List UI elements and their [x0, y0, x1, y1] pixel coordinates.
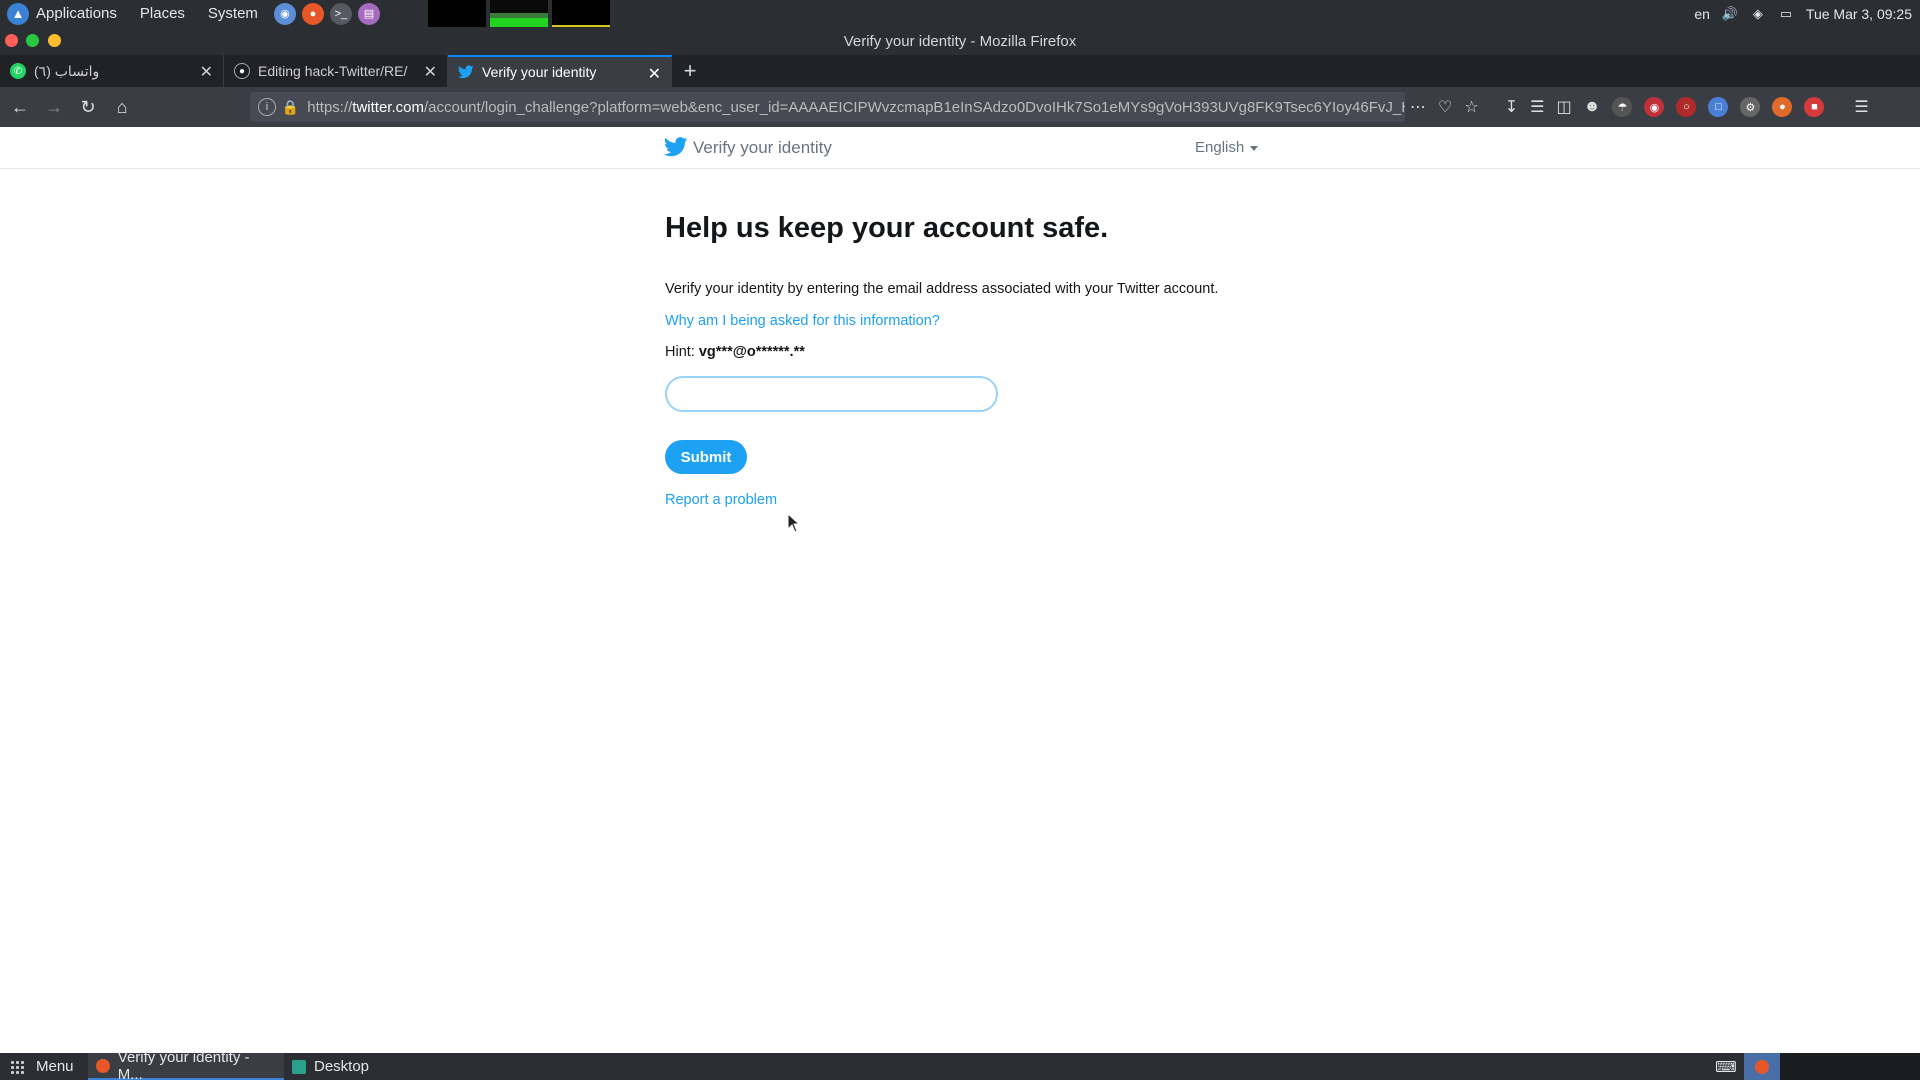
tab-label: Editing hack-Twitter/RE/: [258, 63, 408, 79]
extension-badge-icon[interactable]: ☂: [1612, 97, 1633, 117]
settings-extension-icon[interactable]: ⚙: [1740, 97, 1761, 117]
back-arrow-icon: ←: [11, 96, 29, 117]
clock[interactable]: Tue Mar 3, 09:25: [1806, 6, 1912, 22]
mouse-cursor-icon: [787, 513, 801, 533]
account-icon[interactable]: ☻: [1584, 98, 1601, 116]
workspace-switcher: ⌨: [1708, 1053, 1920, 1080]
close-tab-icon[interactable]: ✕: [648, 64, 661, 84]
hamburger-menu-icon[interactable]: ☰: [1854, 97, 1868, 117]
why-asked-link[interactable]: Why am I being asked for this informatio…: [665, 313, 940, 329]
url-bar[interactable]: i 🔒 https://twitter.com/account/login_ch…: [250, 92, 1405, 122]
hint-value: vg***@o******.**: [698, 344, 805, 360]
system-menu[interactable]: System: [208, 5, 258, 22]
tab-strip: ✆ واتساب (٦) ✕ ● Editing hack-Twitter/RE…: [0, 55, 1920, 87]
bottom-taskbar: Menu Verify your identity - M... Desktop…: [0, 1049, 1920, 1083]
page-header: Verify your identity English: [0, 127, 1920, 169]
translate-extension-icon[interactable]: □: [1708, 97, 1729, 117]
forward-button[interactable]: →: [38, 91, 70, 123]
tab-label: Verify your identity: [482, 64, 597, 80]
taskbar-item-label: Verify your identity - M...: [117, 1048, 250, 1083]
volume-icon[interactable]: 🔊: [1722, 6, 1738, 22]
workspace-1-button[interactable]: [1744, 1053, 1780, 1080]
page-heading: Help us keep your account safe.: [665, 212, 1109, 244]
sidebar-icon[interactable]: ◫: [1556, 97, 1571, 117]
github-icon: ●: [234, 63, 250, 79]
window-title-bar: Verify your identity - Mozilla Firefox: [0, 27, 1920, 55]
pocket-icon[interactable]: ♡: [1438, 97, 1452, 117]
language-label: English: [1195, 139, 1245, 156]
whatsapp-icon: ✆: [10, 63, 26, 79]
record-extension-icon[interactable]: ■: [1804, 97, 1825, 117]
close-tab-icon[interactable]: ✕: [200, 62, 213, 82]
text-editor-launcher-icon[interactable]: ▤: [357, 2, 380, 25]
toolbar-actions: ⋯ ♡ ☆ ↧ ☰ ◫ ☻ ☂ ◉ ○ □ ⚙ ● ■ ☰: [1410, 92, 1869, 122]
firefox-icon: [96, 1058, 110, 1073]
close-tab-icon[interactable]: ✕: [424, 62, 437, 82]
firefox-launcher-icon[interactable]: ●: [301, 2, 324, 25]
workspace-2-button[interactable]: [1780, 1053, 1920, 1080]
site-info-icon[interactable]: i: [258, 98, 276, 116]
screenshot-launcher-icon[interactable]: ◉: [273, 2, 296, 25]
desktop-icon: [292, 1059, 306, 1074]
header-title: Verify your identity: [693, 138, 832, 157]
home-button[interactable]: ⌂: [106, 91, 138, 123]
keyboard-layout-indicator[interactable]: en: [1694, 6, 1710, 22]
new-tab-button[interactable]: +: [672, 55, 708, 87]
memory-monitor-graph: [490, 0, 548, 27]
lock-icon[interactable]: 🔒: [282, 99, 299, 116]
distro-logo-icon[interactable]: ▲: [7, 2, 29, 25]
tab-github-editing[interactable]: ● Editing hack-Twitter/RE/ ✕: [224, 55, 448, 87]
web-page: Verify your identity English Help us kee…: [0, 127, 1920, 1053]
url-host: twitter.com: [352, 98, 424, 116]
apps-grid-icon: [10, 1059, 26, 1074]
email-hint: Hint: vg***@o******.**: [665, 344, 1285, 360]
system-top-panel: ▲ Applications Places System ◉ ● >_ ▤ en…: [0, 0, 1920, 27]
window-title: Verify your identity - Mozilla Firefox: [843, 33, 1077, 50]
url-scheme: https://: [307, 98, 353, 116]
library-icon[interactable]: ☰: [1530, 97, 1544, 117]
submit-button[interactable]: Submit: [665, 440, 747, 474]
report-problem-link[interactable]: Report a problem: [665, 492, 777, 508]
display-icon[interactable]: ▭: [1778, 6, 1794, 22]
menu-label: Menu: [36, 1058, 74, 1075]
hint-label: Hint:: [665, 344, 695, 360]
taskbar-item-desktop[interactable]: Desktop: [284, 1053, 377, 1080]
taskbar-item-firefox[interactable]: Verify your identity - M...: [88, 1049, 284, 1083]
network-monitor-graph: [552, 0, 610, 27]
taskbar-menu-button[interactable]: Menu: [0, 1058, 88, 1075]
twitter-bird-icon: [458, 64, 474, 80]
page-actions-menu-icon[interactable]: ⋯: [1410, 97, 1426, 117]
firefox-icon: [1755, 1059, 1769, 1074]
url-path: /account/login_challenge?platform=web&en…: [423, 98, 1405, 116]
tab-verify-identity[interactable]: Verify your identity ✕: [448, 55, 672, 87]
caret-down-icon: [1250, 145, 1259, 151]
url-text[interactable]: https://twitter.com/account/login_challe…: [307, 99, 1405, 116]
network-globe-icon[interactable]: ◈: [1750, 6, 1766, 22]
tab-label: واتساب (٦): [34, 62, 100, 79]
forward-arrow-icon: →: [45, 96, 63, 117]
downloads-icon[interactable]: ↧: [1505, 97, 1518, 117]
intro-text: Verify your identity by entering the ema…: [665, 281, 1219, 297]
back-button[interactable]: ←: [4, 91, 36, 123]
cpu-monitor-graph: [428, 0, 486, 27]
reload-icon: ↻: [80, 96, 96, 117]
ublock-extension-icon[interactable]: ◉: [1644, 97, 1665, 117]
keyboard-icon[interactable]: ⌨: [1708, 1053, 1744, 1080]
email-input[interactable]: [665, 376, 998, 412]
redirect-extension-icon[interactable]: ○: [1676, 97, 1697, 117]
terminal-launcher-icon[interactable]: >_: [329, 2, 352, 25]
tab-whatsapp[interactable]: ✆ واتساب (٦) ✕: [0, 55, 224, 87]
places-menu[interactable]: Places: [140, 5, 185, 22]
reload-button[interactable]: ↻: [72, 91, 104, 123]
language-dropdown[interactable]: English: [1195, 139, 1259, 156]
navigation-toolbar: ← → ↻ ⌂ i 🔒 https://twitter.com/account/…: [0, 87, 1920, 127]
fox-extension-icon[interactable]: ●: [1772, 97, 1793, 117]
system-tray: en 🔊 ◈ ▭ Tue Mar 3, 09:25: [1694, 0, 1912, 27]
twitter-bird-icon[interactable]: [664, 136, 688, 158]
bookmark-star-icon[interactable]: ☆: [1464, 97, 1478, 117]
applications-menu[interactable]: Applications: [36, 5, 117, 22]
taskbar-item-label: Desktop: [314, 1058, 370, 1075]
verification-form: Help us keep your account safe. Verify y…: [665, 209, 1285, 509]
home-icon: ⌂: [116, 96, 128, 117]
